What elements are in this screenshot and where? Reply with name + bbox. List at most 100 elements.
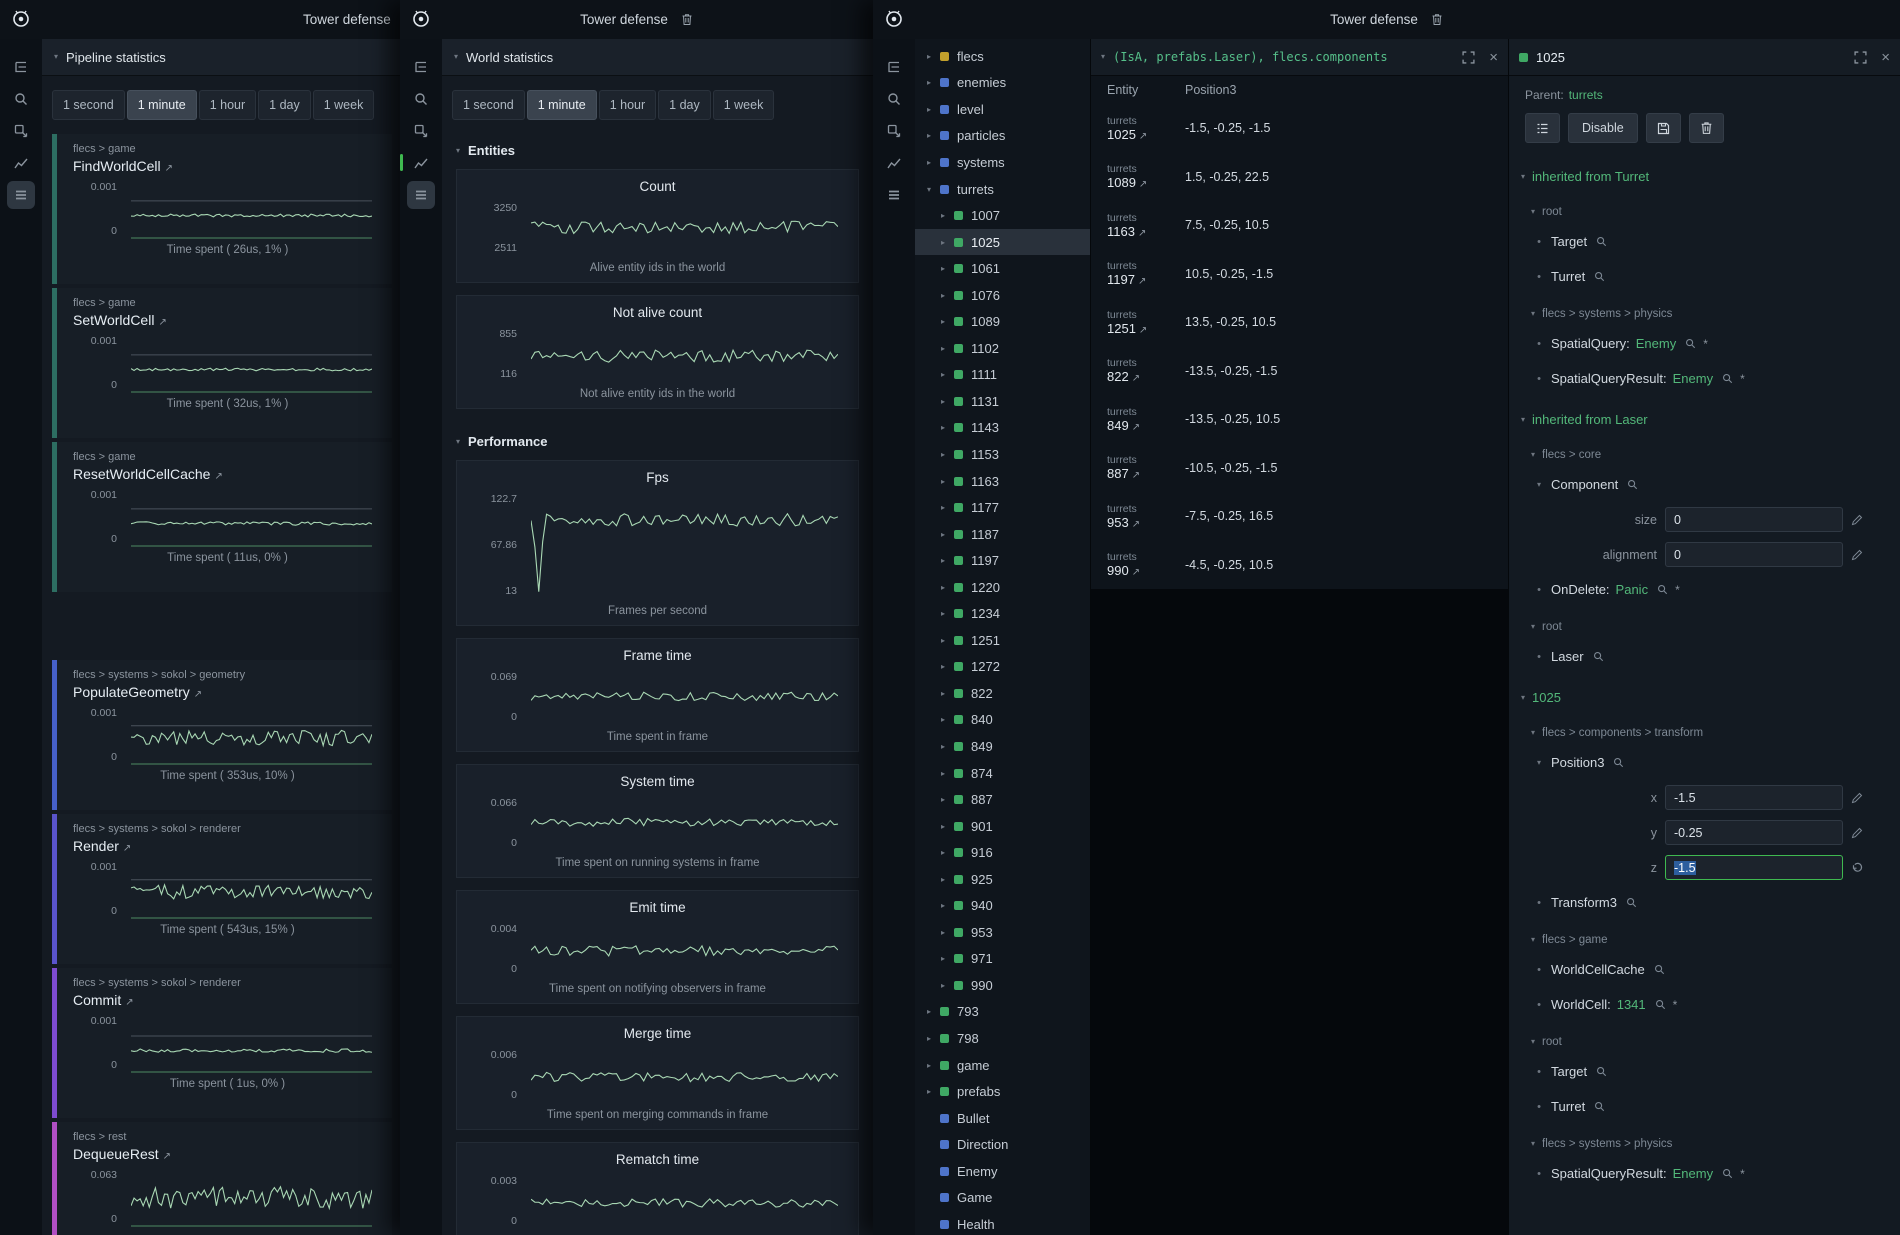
search-icon[interactable]	[1722, 1168, 1733, 1179]
search-icon[interactable]	[1627, 479, 1638, 490]
tree-item-916[interactable]: ▸916	[915, 839, 1090, 866]
tree-item-887[interactable]: ▸887	[915, 786, 1090, 813]
time-range-1-second[interactable]: 1 second	[452, 90, 525, 120]
component-path[interactable]: ▾flecs > systems > physics	[1509, 1124, 1900, 1156]
entity-link[interactable]: 822↗	[1107, 369, 1185, 384]
search-icon[interactable]	[1722, 373, 1733, 384]
tree-item-1007[interactable]: ▸1007	[915, 202, 1090, 229]
system-name-link[interactable]: SetWorldCell↗	[73, 312, 382, 328]
tree-expander-icon[interactable]: ▸	[941, 530, 954, 539]
inspector-section-inherited-from-Turret[interactable]: ▾inherited from Turret	[1509, 153, 1900, 192]
tree-expander-icon[interactable]: ▸	[927, 131, 940, 140]
chevron-down-icon[interactable]: ▾	[1533, 758, 1545, 767]
trash-icon[interactable]	[1431, 13, 1443, 26]
system-name-link[interactable]: Render↗	[73, 838, 382, 854]
tree-expander-icon[interactable]: ▸	[941, 423, 954, 432]
entity-link[interactable]: 1163↗	[1107, 224, 1185, 239]
save-button[interactable]	[1646, 113, 1681, 143]
tree-item-1102[interactable]: ▸1102	[915, 335, 1090, 362]
tree-item-1025[interactable]: ▸1025	[915, 229, 1090, 256]
system-name-link[interactable]: FindWorldCell↗	[73, 158, 382, 174]
statistics-chart-icon[interactable]	[407, 149, 435, 177]
search-icon[interactable]	[1596, 236, 1607, 247]
tree-item-990[interactable]: ▸990	[915, 972, 1090, 999]
time-range-1-day[interactable]: 1 day	[658, 90, 711, 120]
system-name-link[interactable]: ResetWorldCellCache↗	[73, 466, 382, 482]
tree-expander-icon[interactable]: ▸	[927, 52, 940, 61]
tree-item-Health[interactable]: Health	[915, 1211, 1090, 1235]
tree-item-793[interactable]: ▸793	[915, 999, 1090, 1026]
tree-expander-icon[interactable]: ▸	[941, 822, 954, 831]
tree-item-Bullet[interactable]: Bullet	[915, 1105, 1090, 1132]
alignment-input[interactable]: 0	[1665, 542, 1843, 567]
tree-item-874[interactable]: ▸874	[915, 760, 1090, 787]
tree-expander-icon[interactable]: ▸	[927, 1034, 940, 1043]
query-row-887[interactable]: turrets887↗-10.5, -0.25, -1.5	[1091, 444, 1508, 493]
query-search-icon[interactable]	[880, 85, 908, 113]
tree-item-level[interactable]: ▸level	[915, 96, 1090, 123]
search-icon[interactable]	[1655, 999, 1666, 1010]
chevron-down-icon[interactable]: ▾	[1533, 480, 1545, 489]
tree-item-Direction[interactable]: Direction	[915, 1131, 1090, 1158]
entity-link[interactable]: 1197↗	[1107, 272, 1185, 287]
component-SpatialQuery[interactable]: •SpatialQuery:Enemy*	[1509, 326, 1900, 361]
query-search-icon[interactable]	[7, 85, 35, 113]
tree-item-849[interactable]: ▸849	[915, 733, 1090, 760]
tree-expander-icon[interactable]: ▸	[941, 264, 954, 273]
component-value[interactable]: Enemy	[1636, 336, 1676, 351]
time-range-1-week[interactable]: 1 week	[313, 90, 375, 120]
query-row-1163[interactable]: turrets1163↗7.5, -0.25, 10.5	[1091, 201, 1508, 250]
component-Component[interactable]: ▾Component	[1509, 467, 1900, 502]
tree-item-particles[interactable]: ▸particles	[915, 123, 1090, 150]
component-Target[interactable]: •Target	[1509, 1054, 1900, 1089]
expand-icon[interactable]	[1462, 51, 1475, 64]
tree-expander-icon[interactable]: ▸	[941, 317, 954, 326]
system-name-link[interactable]: PopulateGeometry↗	[73, 684, 382, 700]
tree-expander-icon[interactable]: ▸	[927, 1087, 940, 1096]
component-value[interactable]: 1341	[1617, 997, 1646, 1012]
search-icon[interactable]	[1594, 1101, 1605, 1112]
tree-expander-icon[interactable]: ▸	[941, 689, 954, 698]
query-row-990[interactable]: turrets990↗-4.5, -0.25, 10.5	[1091, 541, 1508, 590]
tree-expander-icon[interactable]: ▸	[941, 609, 954, 618]
tree-item-971[interactable]: ▸971	[915, 946, 1090, 973]
close-icon[interactable]: ×	[1881, 50, 1890, 65]
tree-expander-icon[interactable]: ▸	[941, 662, 954, 671]
tree-item-1143[interactable]: ▸1143	[915, 415, 1090, 442]
component-value[interactable]: Enemy	[1673, 371, 1713, 386]
statistics-table-icon[interactable]	[7, 181, 35, 209]
tree-item-1251[interactable]: ▸1251	[915, 627, 1090, 654]
panel-header[interactable]: ▾ World statistics	[442, 39, 873, 76]
disable-button[interactable]: Disable	[1568, 113, 1638, 143]
inspector-section-1025[interactable]: ▾1025	[1509, 674, 1900, 713]
search-icon[interactable]	[1685, 338, 1696, 349]
tree-expander-icon[interactable]: ▸	[927, 158, 940, 167]
tree-expander-icon[interactable]: ▸	[941, 344, 954, 353]
time-range-1-minute[interactable]: 1 minute	[127, 90, 197, 120]
search-icon[interactable]	[1593, 651, 1604, 662]
search-icon[interactable]	[1654, 964, 1665, 975]
statistics-table-icon[interactable]	[407, 181, 435, 209]
query-expression[interactable]: (IsA, prefabs.Laser), flecs.components	[1113, 50, 1448, 64]
statistics-chart-icon[interactable]	[7, 149, 35, 177]
entity-link[interactable]: 1025↗	[1107, 127, 1185, 142]
edit-pencil-icon[interactable]	[1851, 827, 1863, 839]
delete-button[interactable]	[1689, 113, 1724, 143]
tree-item-Enemy[interactable]: Enemy	[915, 1158, 1090, 1185]
tree-item-798[interactable]: ▸798	[915, 1025, 1090, 1052]
component-path[interactable]: ▾flecs > game	[1509, 920, 1900, 952]
entity-tree-icon[interactable]	[7, 53, 35, 81]
tree-expander-icon[interactable]: ▸	[927, 105, 940, 114]
tree-item-953[interactable]: ▸953	[915, 919, 1090, 946]
tree-expander-icon[interactable]: ▸	[941, 291, 954, 300]
time-range-1-week[interactable]: 1 week	[713, 90, 775, 120]
tree-expander-icon[interactable]: ▸	[941, 981, 954, 990]
entity-tree-icon[interactable]	[407, 53, 435, 81]
titlebar[interactable]: Tower defense	[873, 0, 1900, 40]
component-SpatialQueryResult[interactable]: •SpatialQueryResult:Enemy*	[1509, 1156, 1900, 1191]
tree-item-1089[interactable]: ▸1089	[915, 308, 1090, 335]
tree-item-1163[interactable]: ▸1163	[915, 468, 1090, 495]
entity-link[interactable]: 1089↗	[1107, 175, 1185, 190]
component-value[interactable]: Panic	[1616, 582, 1649, 597]
system-name-link[interactable]: Commit↗	[73, 992, 382, 1008]
